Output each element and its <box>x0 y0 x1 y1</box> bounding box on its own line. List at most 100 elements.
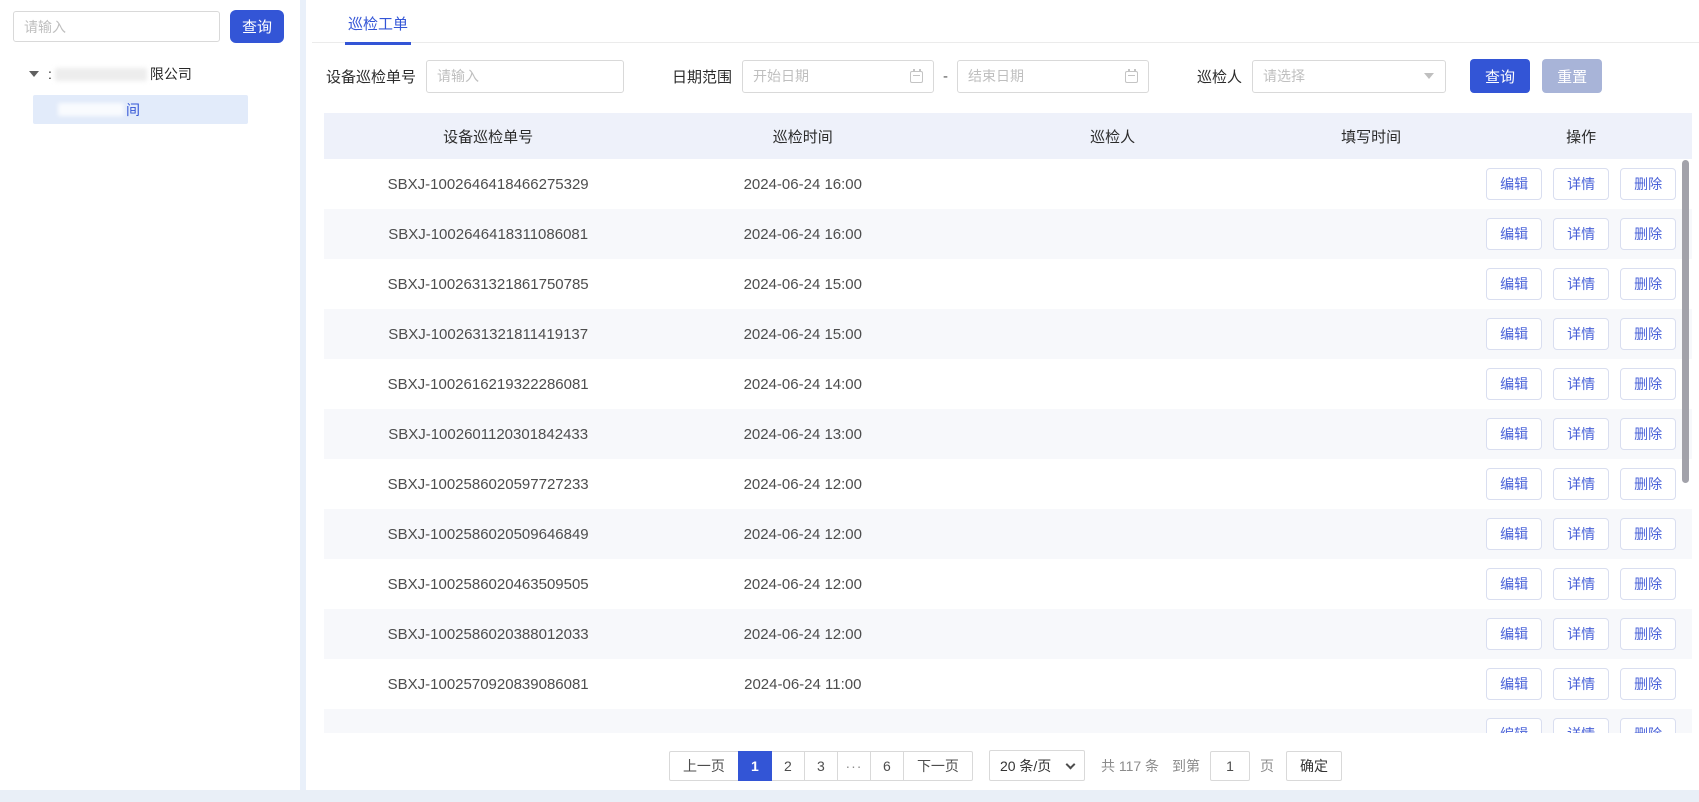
calendar-icon[interactable] <box>910 71 923 83</box>
edit-button[interactable]: 编辑 <box>1486 418 1542 450</box>
column-header: 操作 <box>1470 126 1692 147</box>
total-count-text: 共 117 条 <box>1101 756 1159 776</box>
edit-button[interactable]: 编辑 <box>1486 518 1542 550</box>
order-no-cell: SBXJ-1002646418466275329 <box>324 176 652 193</box>
next-page-button[interactable]: 下一页 <box>903 751 973 781</box>
order-no-input[interactable] <box>426 60 624 93</box>
edit-button[interactable]: 编辑 <box>1486 218 1542 250</box>
detail-button[interactable]: 详情 <box>1553 218 1609 250</box>
page-button-6[interactable]: 6 <box>870 751 904 781</box>
chevron-down-icon <box>1065 760 1075 770</box>
table-row: SBXJ-10025709208390860812024-06-24 11:00… <box>324 659 1692 709</box>
tree-parent-prefix: : <box>48 66 52 82</box>
page-button-3[interactable]: 3 <box>804 751 838 781</box>
delete-button[interactable]: 删除 <box>1620 268 1676 300</box>
table-body: SBXJ-10026464184662753292024-06-24 16:00… <box>324 159 1692 733</box>
page-size-select[interactable]: 20 条/页 <box>989 750 1085 781</box>
detail-button[interactable]: 详情 <box>1553 268 1609 300</box>
detail-button[interactable]: 详情 <box>1553 318 1609 350</box>
reset-button[interactable]: 重置 <box>1542 59 1602 93</box>
detail-button[interactable]: 详情 <box>1553 668 1609 700</box>
delete-button[interactable]: 删除 <box>1620 218 1676 250</box>
sidebar-query-button[interactable]: 查询 <box>230 10 284 43</box>
row-actions: 编辑详情删除 <box>1470 218 1692 250</box>
order-no-cell: SBXJ-1002601120301842433 <box>324 426 652 443</box>
column-header: 设备巡检单号 <box>324 126 652 147</box>
start-date-picker[interactable] <box>742 60 934 93</box>
delete-button[interactable]: 删除 <box>1620 568 1676 600</box>
detail-button[interactable]: 详情 <box>1553 518 1609 550</box>
inspect-time-cell: 2024-06-24 16:00 <box>652 176 953 193</box>
edit-button[interactable]: 编辑 <box>1486 668 1542 700</box>
page-ellipsis[interactable]: ··· <box>837 751 871 781</box>
delete-button[interactable]: 删除 <box>1620 368 1676 400</box>
pagination-bar: 上一页123···6下一页 20 条/页 共 117 条 到第 页 确定 <box>312 750 1699 781</box>
row-actions: 编辑详情删除 <box>1470 568 1692 600</box>
order-no-cell: SBXJ-1002646418311086081 <box>324 226 652 243</box>
order-no-cell: SBXJ-1002616219322286081 <box>324 376 652 393</box>
date-range-label: 日期范围 <box>672 66 732 87</box>
edit-button[interactable]: 编辑 <box>1486 568 1542 600</box>
edit-button[interactable]: 编辑 <box>1486 368 1542 400</box>
start-date-input[interactable] <box>742 60 934 93</box>
row-actions: 编辑详情删除 <box>1470 468 1692 500</box>
jump-page-unit: 页 <box>1260 756 1274 776</box>
query-button[interactable]: 查询 <box>1470 59 1530 93</box>
sidebar-search-input[interactable] <box>13 11 220 42</box>
page-button-2[interactable]: 2 <box>771 751 805 781</box>
caret-down-icon[interactable] <box>29 71 39 77</box>
main-panel: 巡检工单 设备巡检单号 日期范围 - 巡检人 请选择 查询 重置 设备巡检单号 巡… <box>312 0 1699 790</box>
edit-button[interactable]: 编辑 <box>1486 618 1542 650</box>
filter-bar: 设备巡检单号 日期范围 - 巡检人 请选择 查询 重置 <box>326 59 1699 93</box>
delete-button[interactable]: 删除 <box>1620 718 1676 733</box>
prev-page-button[interactable]: 上一页 <box>669 751 739 781</box>
delete-button[interactable]: 删除 <box>1620 418 1676 450</box>
sidebar-search-row: 查询 <box>0 0 300 43</box>
inspect-time-cell: 2024-06-24 15:00 <box>652 326 953 343</box>
inspector-select[interactable]: 请选择 <box>1252 60 1446 93</box>
table-row: SBXJ-10026313218617507852024-06-24 15:00… <box>324 259 1692 309</box>
detail-button[interactable]: 详情 <box>1553 618 1609 650</box>
confirm-button[interactable]: 确定 <box>1286 751 1342 781</box>
jump-page-input[interactable] <box>1210 751 1250 781</box>
org-tree: : 限公司 间 <box>0 63 300 124</box>
sidebar: 查询 : 限公司 间 <box>0 0 306 790</box>
delete-button[interactable]: 删除 <box>1620 168 1676 200</box>
chevron-down-icon <box>1424 73 1434 79</box>
vertical-scrollbar-thumb[interactable] <box>1682 160 1689 483</box>
row-actions: 编辑详情删除 <box>1470 418 1692 450</box>
detail-button[interactable]: 详情 <box>1553 368 1609 400</box>
inspector-label: 巡检人 <box>1197 66 1242 87</box>
table-row: SBXJ-10026162193222860812024-06-24 14:00… <box>324 359 1692 409</box>
page-button-1[interactable]: 1 <box>738 751 772 781</box>
inspect-time-cell: 2024-06-24 14:00 <box>652 376 953 393</box>
edit-button[interactable]: 编辑 <box>1486 268 1542 300</box>
detail-button[interactable]: 详情 <box>1553 168 1609 200</box>
order-no-cell: SBXJ-1002586020597727233 <box>324 476 652 493</box>
end-date-input[interactable] <box>957 60 1149 93</box>
edit-button[interactable]: 编辑 <box>1486 468 1542 500</box>
delete-button[interactable]: 删除 <box>1620 318 1676 350</box>
table-row: SBXJ-10026464183110860812024-06-24 16:00… <box>324 209 1692 259</box>
tree-parent-node[interactable]: : 限公司 <box>0 63 300 85</box>
calendar-icon[interactable] <box>1125 71 1138 83</box>
detail-button[interactable]: 详情 <box>1553 568 1609 600</box>
detail-button[interactable]: 详情 <box>1553 418 1609 450</box>
edit-button[interactable]: 编辑 <box>1486 168 1542 200</box>
edit-button[interactable]: 编辑 <box>1486 318 1542 350</box>
delete-button[interactable]: 删除 <box>1620 618 1676 650</box>
detail-button[interactable]: 详情 <box>1553 468 1609 500</box>
delete-button[interactable]: 删除 <box>1620 668 1676 700</box>
edit-button[interactable]: 编辑 <box>1486 718 1542 733</box>
table-row: SBXJ-10025860205096468492024-06-24 12:00… <box>324 509 1692 559</box>
order-no-cell: SBXJ-1002586020463509505 <box>324 576 652 593</box>
delete-button[interactable]: 删除 <box>1620 468 1676 500</box>
tree-child-node-selected[interactable]: 间 <box>33 95 248 124</box>
delete-button[interactable]: 删除 <box>1620 518 1676 550</box>
end-date-picker[interactable] <box>957 60 1149 93</box>
tab-inspection-work-order[interactable]: 巡检工单 <box>345 0 411 45</box>
tree-parent-label: 限公司 <box>150 64 192 84</box>
order-no-cell: SBXJ-1002586020388012033 <box>324 626 652 643</box>
inspect-time-cell: 2024-06-24 12:00 <box>652 626 953 643</box>
detail-button[interactable]: 详情 <box>1553 718 1609 733</box>
